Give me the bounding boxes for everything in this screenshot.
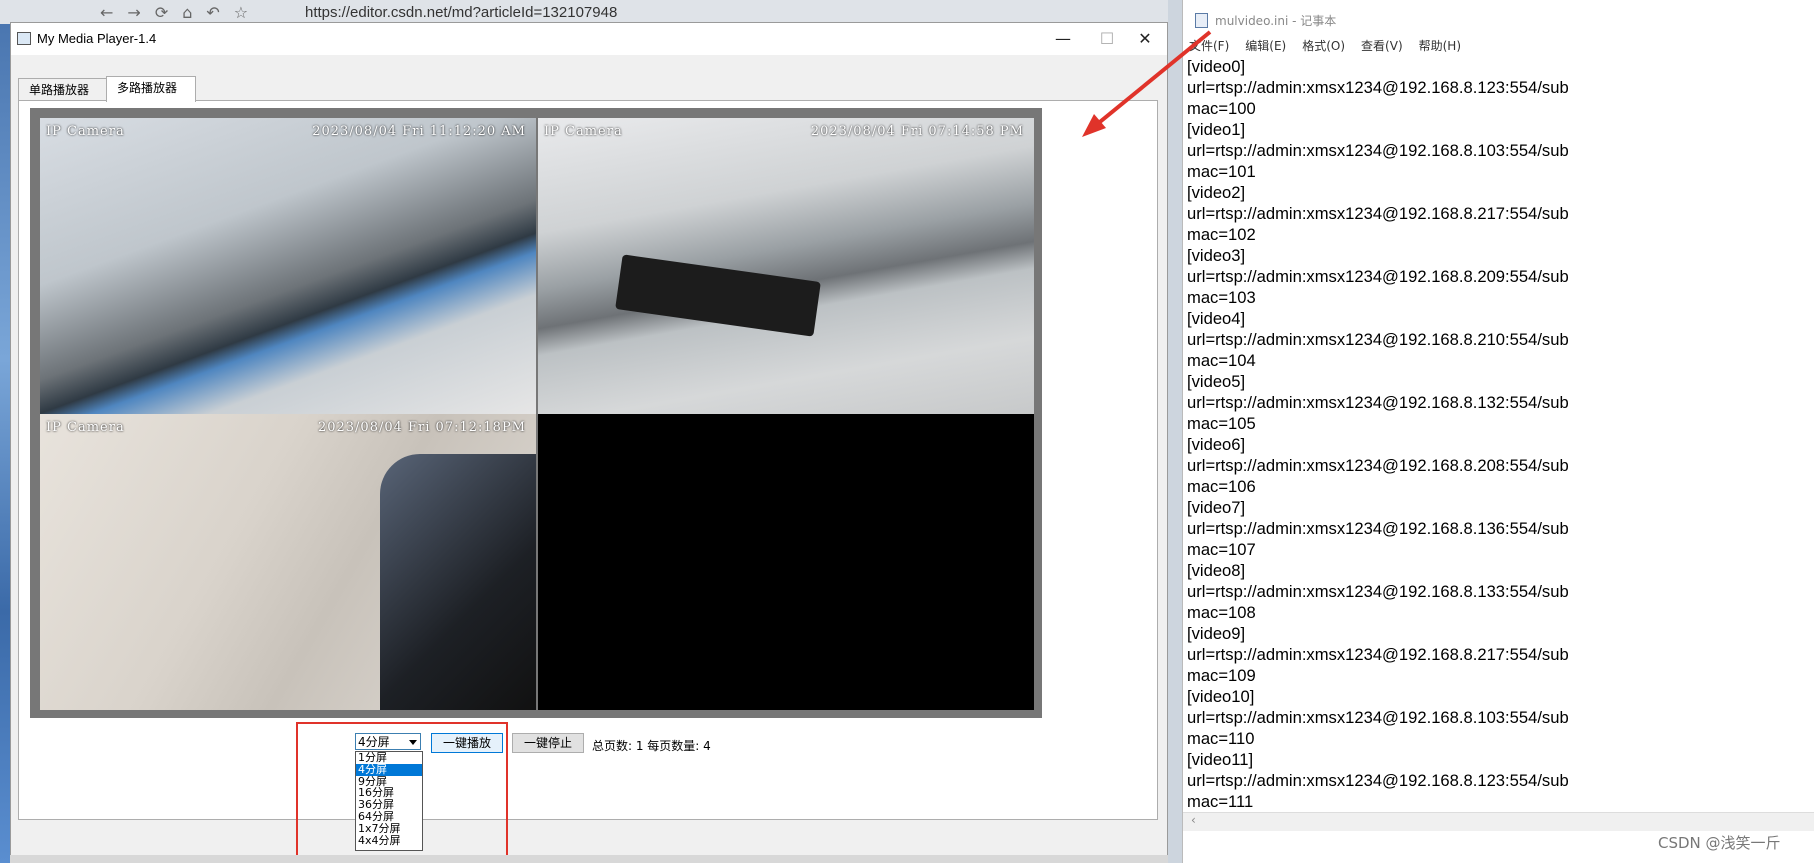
video-cell-3[interactable]: IP Camera 2023/08/04 Fri 07:12:18PM: [40, 414, 536, 710]
notepad-text-area[interactable]: [video0] url=rtsp://admin:xmsx1234@192.16…: [1187, 56, 1569, 812]
notepad-line: url=rtsp://admin:xmsx1234@192.168.8.103:…: [1187, 708, 1569, 727]
osd-camera-label: IP Camera: [544, 124, 623, 139]
osd-camera-label: IP Camera: [46, 420, 125, 435]
notepad-line: url=rtsp://admin:xmsx1234@192.168.8.217:…: [1187, 204, 1569, 223]
notepad-line: [video1]: [1187, 120, 1246, 139]
video-grid: IP Camera 2023/08/04 Fri 11:12:20 AM IP C…: [30, 108, 1042, 718]
app-icon: [17, 32, 31, 45]
player-titlebar: My Media Player-1.4 — ☐ ✕: [11, 23, 1167, 55]
notepad-line: url=rtsp://admin:xmsx1234@192.168.8.210:…: [1187, 330, 1569, 349]
minimize-button[interactable]: —: [1041, 23, 1085, 55]
notepad-line: url=rtsp://admin:xmsx1234@192.168.8.217:…: [1187, 645, 1569, 664]
notepad-line: mac=101: [1187, 162, 1256, 181]
tab-single-player[interactable]: 单路播放器: [18, 78, 108, 101]
menu-format[interactable]: 格式(O): [1302, 37, 1345, 54]
stop-all-button[interactable]: 一键停止: [512, 733, 584, 753]
notepad-line: url=rtsp://admin:xmsx1234@192.168.8.136:…: [1187, 519, 1569, 538]
notepad-titlebar: mulvideo.ini - 记事本: [1183, 0, 1814, 38]
notepad-line: [video10]: [1187, 687, 1255, 706]
background-browser-page: [1168, 0, 1182, 863]
notepad-line: url=rtsp://admin:xmsx1234@192.168.8.208:…: [1187, 456, 1569, 475]
notepad-line: [video5]: [1187, 372, 1246, 391]
notepad-line: [video0]: [1187, 57, 1246, 76]
notepad-line: mac=107: [1187, 540, 1256, 559]
notepad-line: mac=109: [1187, 666, 1256, 685]
video-cell-2[interactable]: IP Camera 2023/08/04 Fri 07:14:58 PM: [538, 118, 1034, 414]
video-cell-1[interactable]: IP Camera 2023/08/04 Fri 11:12:20 AM: [40, 118, 536, 414]
notepad-icon: [1195, 13, 1208, 28]
annotation-red-box: [296, 722, 508, 862]
notepad-line: url=rtsp://admin:xmsx1234@192.168.8.123:…: [1187, 78, 1569, 97]
notepad-line: mac=108: [1187, 603, 1256, 622]
close-button[interactable]: ✕: [1123, 23, 1167, 55]
osd-timestamp: 2023/08/04 Fri 11:12:20 AM: [312, 124, 526, 139]
notepad-line: url=rtsp://admin:xmsx1234@192.168.8.103:…: [1187, 141, 1569, 160]
notepad-line: mac=100: [1187, 99, 1256, 118]
notepad-line: [video9]: [1187, 624, 1246, 643]
notepad-line: mac=104: [1187, 351, 1256, 370]
notepad-scrollbar[interactable]: ‹: [1183, 812, 1814, 831]
notepad-line: url=rtsp://admin:xmsx1234@192.168.8.209:…: [1187, 267, 1569, 286]
notepad-line: [video3]: [1187, 246, 1246, 265]
notepad-title: mulvideo.ini - 记事本: [1215, 14, 1337, 28]
notepad-line: mac=102: [1187, 225, 1256, 244]
notepad-line: [video7]: [1187, 498, 1246, 517]
browser-url: https://editor.csdn.net/md?articleId=132…: [305, 4, 618, 21]
notepad-line: [video2]: [1187, 183, 1246, 202]
notepad-line: mac=105: [1187, 414, 1256, 433]
notepad-line: [video6]: [1187, 435, 1246, 454]
tab-multi-player[interactable]: 多路播放器: [106, 76, 196, 102]
background-taskbar: [10, 855, 1168, 863]
notepad-line: [video11]: [1187, 750, 1254, 769]
video-cell-4[interactable]: [538, 414, 1034, 710]
notepad-line: mac=106: [1187, 477, 1256, 496]
menu-file[interactable]: 文件(F): [1189, 37, 1229, 54]
notepad-line: [video8]: [1187, 561, 1246, 580]
notepad-menu: 文件(F) 编辑(E) 格式(O) 查看(V) 帮助(H): [1189, 37, 1461, 54]
notepad-line: mac=110: [1187, 729, 1255, 748]
osd-camera-label: IP Camera: [46, 124, 125, 139]
notepad-line: url=rtsp://admin:xmsx1234@192.168.8.133:…: [1187, 582, 1569, 601]
osd-timestamp: 2023/08/04 Fri 07:12:18PM: [317, 420, 526, 435]
osd-timestamp: 2023/08/04 Fri 07:14:58 PM: [810, 124, 1024, 139]
notepad-line: [video4]: [1187, 309, 1246, 328]
notepad-line: url=rtsp://admin:xmsx1234@192.168.8.123:…: [1187, 771, 1569, 790]
notepad-line: mac=111: [1187, 792, 1254, 811]
menu-view[interactable]: 查看(V): [1361, 37, 1403, 54]
browser-nav-icons: ←→⟳⌂↶☆: [100, 3, 263, 22]
person-image: [380, 454, 536, 710]
keyboard-image: [615, 254, 821, 337]
page-info: 总页数: 1 每页数量: 4: [592, 739, 711, 753]
background-browser-bar: ←→⟳⌂↶☆ https://editor.csdn.net/md?articl…: [0, 0, 1190, 24]
notepad-line: mac=103: [1187, 288, 1256, 307]
notepad-window: mulvideo.ini - 记事本 文件(F) 编辑(E) 格式(O) 查看(…: [1182, 0, 1814, 863]
csdn-watermark: CSDN @浅笑一斤: [1658, 834, 1781, 852]
notepad-line: url=rtsp://admin:xmsx1234@192.168.8.132:…: [1187, 393, 1569, 412]
scroll-left-icon[interactable]: ‹: [1191, 813, 1196, 827]
menu-help[interactable]: 帮助(H): [1419, 37, 1461, 54]
menu-edit[interactable]: 编辑(E): [1245, 37, 1286, 54]
window-title: My Media Player-1.4: [37, 31, 157, 46]
